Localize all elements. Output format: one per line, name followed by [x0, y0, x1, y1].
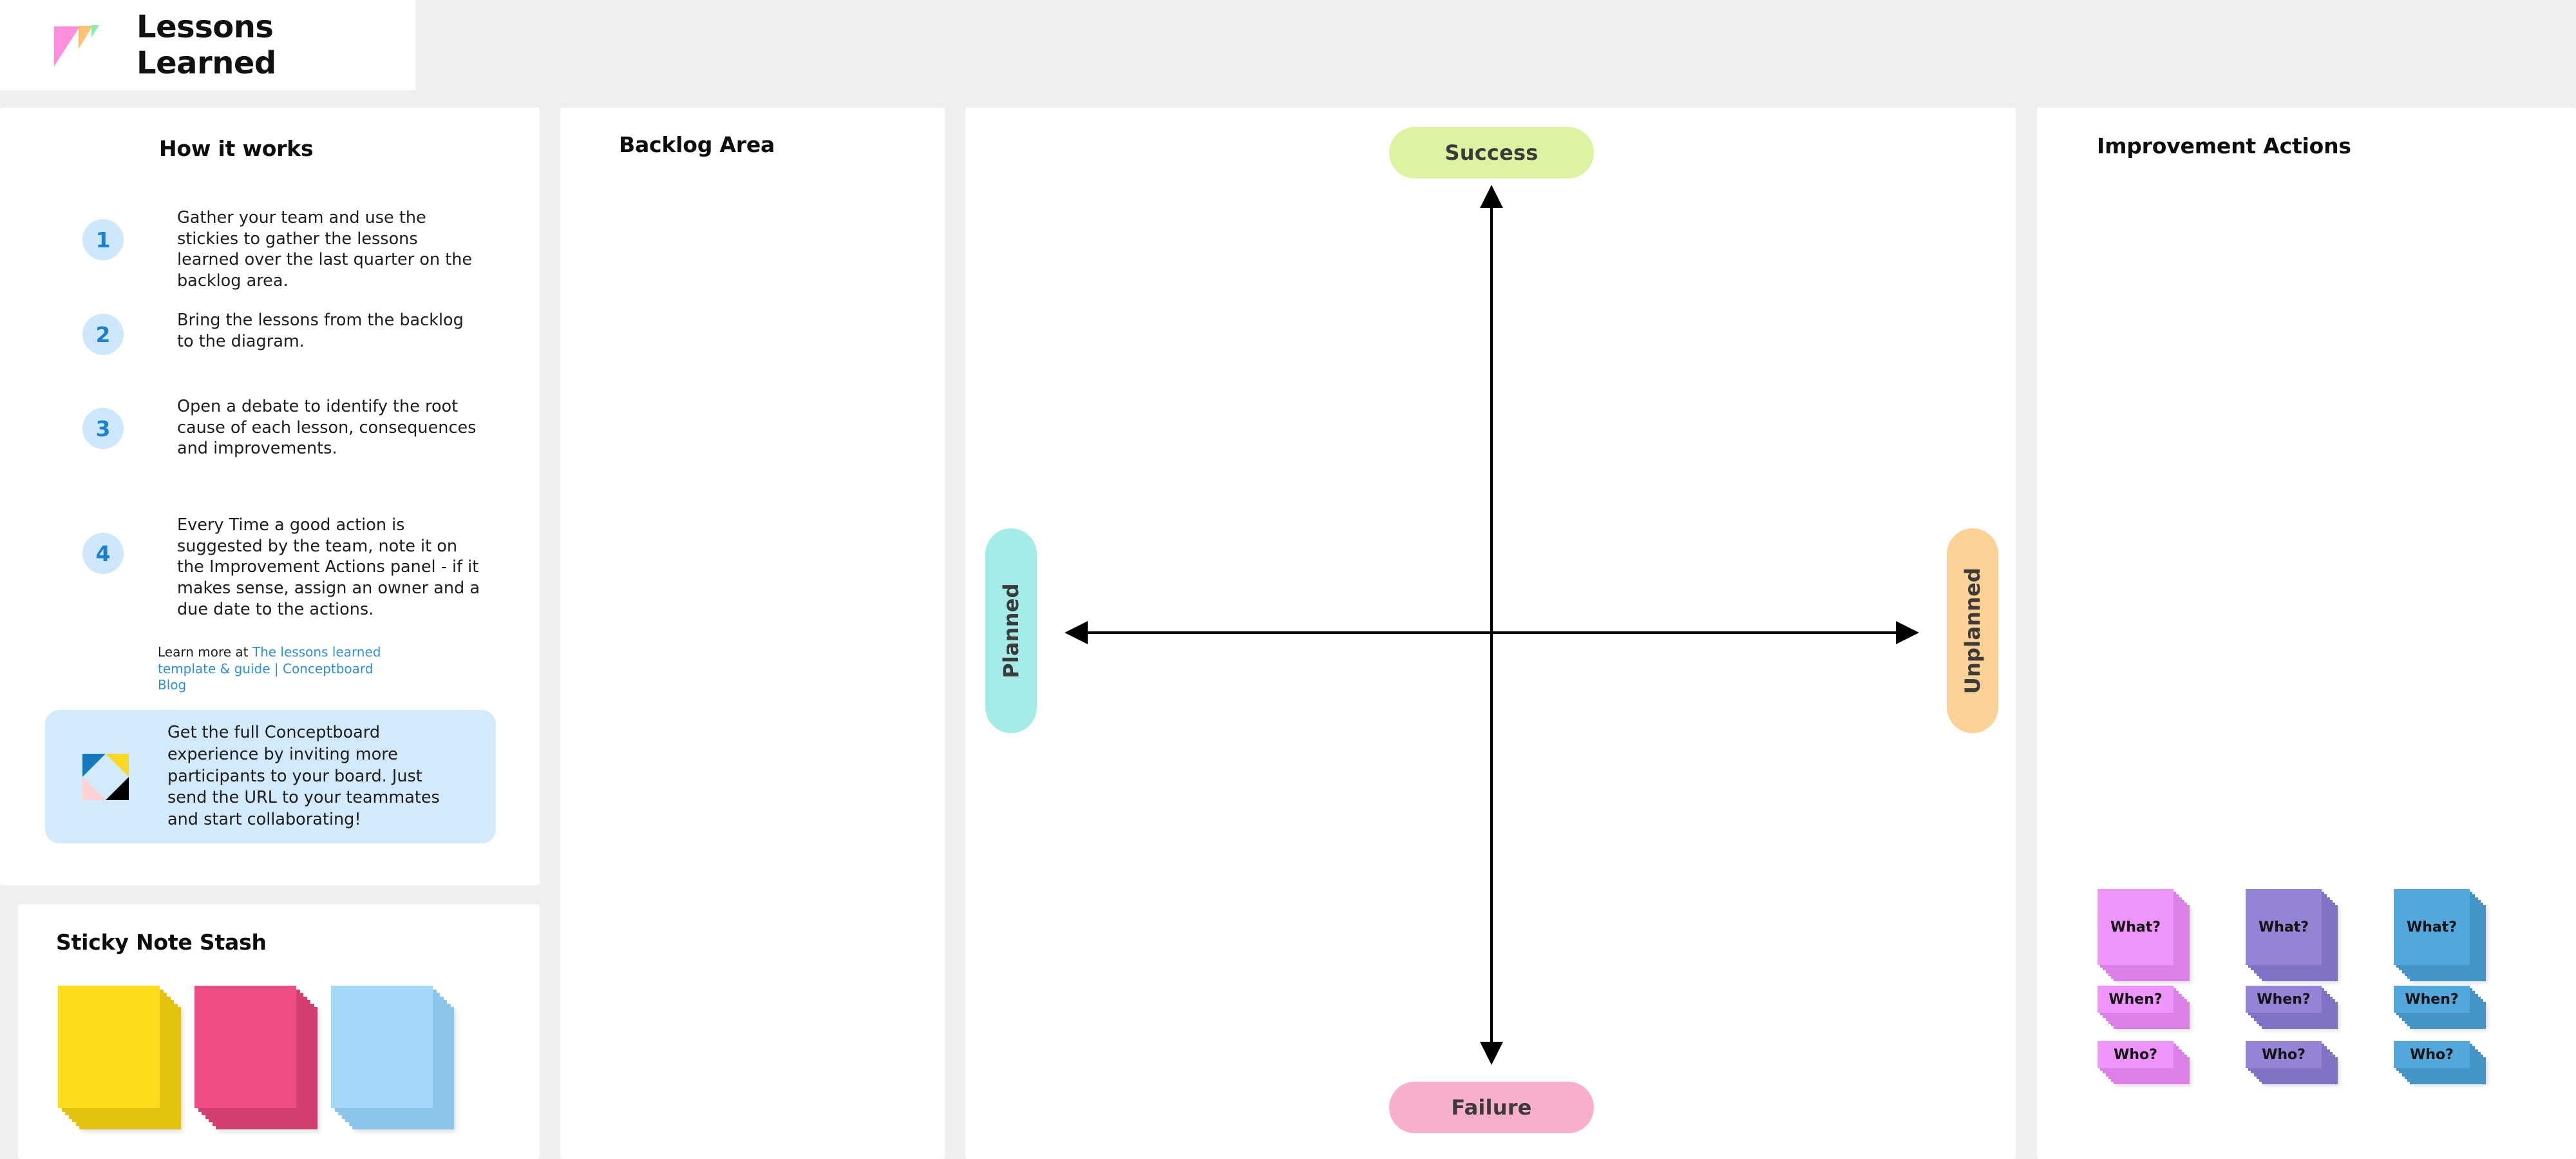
- improvement-card-stack[interactable]: When?: [2098, 986, 2192, 1031]
- sticky-note-sheet: [58, 986, 160, 1108]
- step-number-badge-4: 4: [82, 533, 124, 574]
- improvement-card-sheet: Who?: [2098, 1041, 2174, 1068]
- step-text-4: Every Time a good action is suggested by…: [177, 515, 480, 619]
- axis-label-unplanned-text: Unplanned: [1960, 567, 1985, 694]
- axis-label-failure: Failure: [1389, 1082, 1594, 1133]
- improvement-card-label: When?: [2108, 991, 2163, 1008]
- improvement-card-sheet: What?: [2246, 889, 2322, 965]
- whiteboard-canvas: Lessons Learned How it works 1 Gather yo…: [0, 0, 2576, 1159]
- improvement-card-stack[interactable]: What?: [2098, 889, 2192, 984]
- step-item-3: 3 Open a debate to identify the root cau…: [82, 396, 480, 459]
- axis-label-success-text: Success: [1444, 140, 1539, 165]
- axis-label-planned-text: Planned: [999, 583, 1023, 678]
- how-it-works-heading-text: How it works: [159, 136, 314, 161]
- improvement-card-sheet: What?: [2394, 889, 2470, 965]
- sticky-note-stash-heading-text: Sticky Note Stash: [56, 930, 267, 955]
- improvement-card-sheet: Who?: [2246, 1041, 2322, 1068]
- step-item-1: 1 Gather your team and use the stickies …: [82, 207, 480, 292]
- pink-sticky-stack[interactable]: [194, 986, 321, 1133]
- step-number-badge-2: 2: [82, 314, 124, 355]
- axis-label-success: Success: [1389, 127, 1594, 178]
- improvement-card-label: Who?: [2262, 1046, 2306, 1063]
- yellow-sticky-stack[interactable]: [58, 986, 185, 1133]
- improvement-card-label: When?: [2257, 991, 2311, 1008]
- improvement-card-label: What?: [2110, 919, 2161, 935]
- conceptboard-promo-card: Get the full Conceptboard experience by …: [45, 710, 496, 843]
- backlog-area-heading-text: Backlog Area: [619, 132, 775, 157]
- improvement-card-sheet: What?: [2098, 889, 2174, 965]
- step-item-2: 2 Bring the lessons from the backlog to …: [82, 310, 480, 355]
- promo-text: Get the full Conceptboard experience by …: [167, 722, 440, 830]
- improvement-card-label: When?: [2405, 991, 2459, 1008]
- learn-more-text: Learn more at The lessons learned templa…: [158, 644, 390, 694]
- improvement-card-stack[interactable]: Who?: [2098, 1041, 2192, 1087]
- improvement-group-purple: What? When? Who?: [2246, 889, 2362, 1085]
- improvement-card-label: What?: [2406, 919, 2458, 935]
- step-item-4: 4 Every Time a good action is suggested …: [82, 515, 480, 620]
- improvement-card-stack[interactable]: Who?: [2394, 1041, 2488, 1087]
- axis-label-failure-text: Failure: [1451, 1095, 1532, 1120]
- improvement-card-stack[interactable]: What?: [2394, 889, 2488, 984]
- sticky-note-sheet: [194, 986, 296, 1108]
- improvement-card-stack[interactable]: Who?: [2246, 1041, 2340, 1087]
- improvement-card-sheet: Who?: [2394, 1041, 2470, 1068]
- improvement-card-label: Who?: [2114, 1046, 2157, 1063]
- axis-label-unplanned: Unplanned: [1947, 528, 1998, 733]
- improvement-actions-heading: Improvement Actions: [2090, 134, 2358, 159]
- axis-label-planned: Planned: [985, 528, 1037, 733]
- learn-more-prefix: Learn more at: [158, 644, 252, 660]
- improvement-card-sheet: When?: [2394, 986, 2470, 1013]
- page-title: Lessons Learned: [137, 9, 276, 81]
- improvement-card-stack[interactable]: What?: [2246, 889, 2340, 984]
- blue-sticky-stack[interactable]: [331, 986, 458, 1133]
- improvement-card-label: What?: [2258, 919, 2309, 935]
- improvement-card-sheet: When?: [2246, 986, 2322, 1013]
- improvement-group-blue: What? When? Who?: [2394, 889, 2510, 1085]
- backlog-area-panel[interactable]: [560, 108, 945, 1159]
- step-text-3: Open a debate to identify the root cause…: [177, 397, 477, 459]
- improvement-card-stack[interactable]: When?: [2394, 986, 2488, 1031]
- backlog-area-heading: Backlog Area: [612, 133, 782, 158]
- sticky-note-sheet: [331, 986, 433, 1108]
- step-number-badge-1: 1: [82, 219, 124, 260]
- improvement-card-label: Who?: [2410, 1046, 2454, 1063]
- improvement-card-sheet: When?: [2098, 986, 2174, 1013]
- step-number-badge-3: 3: [82, 408, 124, 449]
- improvement-card-stack[interactable]: When?: [2246, 986, 2340, 1031]
- sticky-note-stash-heading: Sticky Note Stash: [49, 930, 274, 955]
- step-text-2: Bring the lessons from the backlog to th…: [177, 311, 464, 351]
- step-text-1: Gather your team and use the stickies to…: [177, 208, 473, 291]
- improvement-group-magenta: What? When? Who?: [2098, 889, 2213, 1085]
- how-it-works-heading: How it works: [152, 136, 321, 162]
- conceptboard-logo-icon: [82, 753, 129, 800]
- board-title-card: Lessons Learned: [0, 0, 415, 90]
- improvement-actions-heading-text: Improvement Actions: [2097, 133, 2351, 158]
- quadrant-diagram-panel[interactable]: [965, 108, 2016, 1159]
- lessons-learned-logo-icon: [54, 23, 103, 72]
